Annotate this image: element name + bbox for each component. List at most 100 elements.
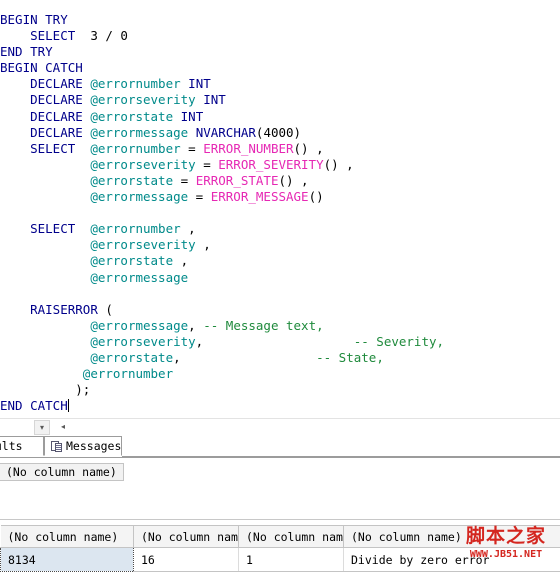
tab-results-label: esults bbox=[0, 436, 23, 456]
code-token-plain: , bbox=[173, 350, 181, 365]
code-line: @errorstate = ERROR_STATE() , bbox=[0, 173, 560, 189]
code-token-var: @errorstate bbox=[90, 109, 173, 124]
code-text-area[interactable]: BEGIN TRY SELECT 3 / 0END TRYBEGIN CATCH… bbox=[0, 0, 560, 414]
code-token-plain: , bbox=[181, 221, 196, 236]
code-token-plain: = bbox=[173, 173, 196, 188]
table-cell[interactable]: 1 bbox=[239, 548, 344, 572]
tab-results[interactable]: esults bbox=[0, 436, 44, 456]
code-line: ); bbox=[0, 382, 560, 398]
column-header[interactable]: (No column name) bbox=[239, 526, 344, 548]
code-token-plain bbox=[173, 109, 181, 124]
code-token-plain: (4000) bbox=[256, 125, 301, 140]
code-line: RAISERROR ( bbox=[0, 302, 560, 318]
code-token-cmt: -- State, bbox=[316, 350, 384, 365]
code-token-plain bbox=[188, 125, 196, 140]
code-token-fn: ERROR_SEVERITY bbox=[218, 157, 323, 172]
results-grid-lower[interactable]: (No column name) (No column name) (No co… bbox=[0, 524, 560, 577]
code-line: @errormessage = ERROR_MESSAGE() bbox=[0, 189, 560, 205]
code-token-plain: = bbox=[188, 189, 211, 204]
code-line: END TRY bbox=[0, 44, 560, 60]
results-table: (No column name) (No column name) (No co… bbox=[0, 525, 560, 572]
code-token-plain: () , bbox=[324, 157, 354, 172]
chevron-down-icon[interactable]: ▾ bbox=[34, 420, 50, 435]
code-token-var: @errorseverity bbox=[90, 157, 195, 172]
code-token-var: @errormessage bbox=[90, 125, 188, 140]
code-line: BEGIN CATCH bbox=[0, 60, 560, 76]
code-line: END CATCH bbox=[0, 398, 560, 414]
code-token-plain: 3 / 0 bbox=[75, 28, 128, 43]
code-token-kw: RAISERROR bbox=[30, 302, 98, 317]
code-line: @errormessage, -- Message text, bbox=[0, 318, 560, 334]
code-line: @errornumber bbox=[0, 366, 560, 382]
code-token-kw: DECLARE bbox=[30, 76, 90, 91]
sql-query-editor[interactable]: BEGIN TRY SELECT 3 / 0END TRYBEGIN CATCH… bbox=[0, 0, 560, 418]
code-token-fn: ERROR_NUMBER bbox=[203, 141, 293, 156]
table-row[interactable]: 8134 16 1 Divide by zero error bbox=[1, 548, 560, 572]
code-token-kw: SELECT bbox=[30, 141, 75, 156]
code-token-plain: () bbox=[309, 189, 324, 204]
code-token-kw: BEGIN TRY bbox=[0, 12, 68, 27]
code-token-kw: DECLARE bbox=[30, 92, 90, 107]
code-token-plain: = bbox=[181, 141, 204, 156]
code-token-kw: SELECT bbox=[30, 221, 75, 236]
code-token-kw: END CATCH bbox=[0, 398, 68, 413]
code-token-plain: ( bbox=[98, 302, 113, 317]
code-token-var: @errorstate bbox=[90, 173, 173, 188]
code-line: DECLARE @errorstate INT bbox=[0, 109, 560, 125]
tab-messages-label: Messages bbox=[66, 436, 121, 456]
code-line: @errorseverity , bbox=[0, 237, 560, 253]
code-line: @errorstate , bbox=[0, 253, 560, 269]
code-line: @errorseverity = ERROR_SEVERITY() , bbox=[0, 157, 560, 173]
code-token-var: @errornumber bbox=[90, 221, 180, 236]
tab-messages[interactable]: Messages bbox=[44, 436, 122, 456]
code-token-plain: , bbox=[196, 237, 211, 252]
code-token-kw: INT bbox=[203, 92, 226, 107]
results-upper-header-row: (No column name) bbox=[0, 463, 124, 481]
code-token-fn: ERROR_STATE bbox=[196, 173, 279, 188]
chevron-left-icon[interactable]: ◂ bbox=[56, 420, 70, 433]
code-token-fn: ERROR_MESSAGE bbox=[211, 189, 309, 204]
code-line: DECLARE @errorseverity INT bbox=[0, 92, 560, 108]
code-line: DECLARE @errornumber INT bbox=[0, 76, 560, 92]
code-token-plain: () , bbox=[278, 173, 308, 188]
code-token-plain: , bbox=[173, 253, 188, 268]
code-line: @errormessage bbox=[0, 270, 560, 286]
code-token-var: @errorstate bbox=[90, 350, 173, 365]
code-line: BEGIN TRY bbox=[0, 12, 560, 28]
code-token-kw: DECLARE bbox=[30, 125, 90, 140]
code-line: DECLARE @errormessage NVARCHAR(4000) bbox=[0, 125, 560, 141]
code-token-var: @errorseverity bbox=[90, 92, 195, 107]
results-grid-upper[interactable]: (No column name) bbox=[0, 457, 560, 520]
code-token-kw: BEGIN CATCH bbox=[0, 60, 83, 75]
code-token-kw: SELECT bbox=[30, 28, 75, 43]
code-line: @errorstate, -- State, bbox=[0, 350, 560, 366]
code-token-var: @errorseverity bbox=[90, 237, 195, 252]
table-cell[interactable]: 8134 bbox=[1, 548, 134, 572]
code-token-cmt: -- Severity, bbox=[354, 334, 444, 349]
code-line: SELECT @errornumber , bbox=[0, 221, 560, 237]
code-token-var: @errorstate bbox=[90, 253, 173, 268]
code-token-plain: () , bbox=[294, 141, 324, 156]
grid-icon bbox=[51, 441, 62, 452]
code-line: SELECT @errornumber = ERROR_NUMBER() , bbox=[0, 141, 560, 157]
table-cell[interactable]: Divide by zero error bbox=[344, 548, 560, 572]
code-token-plain: ); bbox=[75, 382, 90, 397]
code-token-var: @errormessage bbox=[90, 270, 188, 285]
code-line bbox=[0, 286, 560, 302]
code-token-kw: END TRY bbox=[0, 44, 53, 59]
code-line: SELECT 3 / 0 bbox=[0, 28, 560, 44]
column-header[interactable]: (No column name) bbox=[134, 526, 239, 548]
column-header[interactable]: (No column name) bbox=[344, 526, 560, 548]
code-token-var: @errornumber bbox=[90, 141, 180, 156]
column-header[interactable]: (No column name) bbox=[1, 526, 134, 548]
code-token-plain: = bbox=[196, 157, 219, 172]
code-token-plain bbox=[181, 350, 316, 365]
table-cell[interactable]: 16 bbox=[134, 548, 239, 572]
code-token-var: @errormessage bbox=[90, 189, 188, 204]
code-line bbox=[0, 205, 560, 221]
code-token-kw: INT bbox=[188, 76, 211, 91]
code-token-kw: DECLARE bbox=[30, 109, 90, 124]
code-token-kw: INT bbox=[181, 109, 204, 124]
editor-bottom-scroll-strip[interactable]: ▾ ◂ bbox=[0, 418, 560, 435]
column-header[interactable]: (No column name) bbox=[0, 463, 124, 481]
